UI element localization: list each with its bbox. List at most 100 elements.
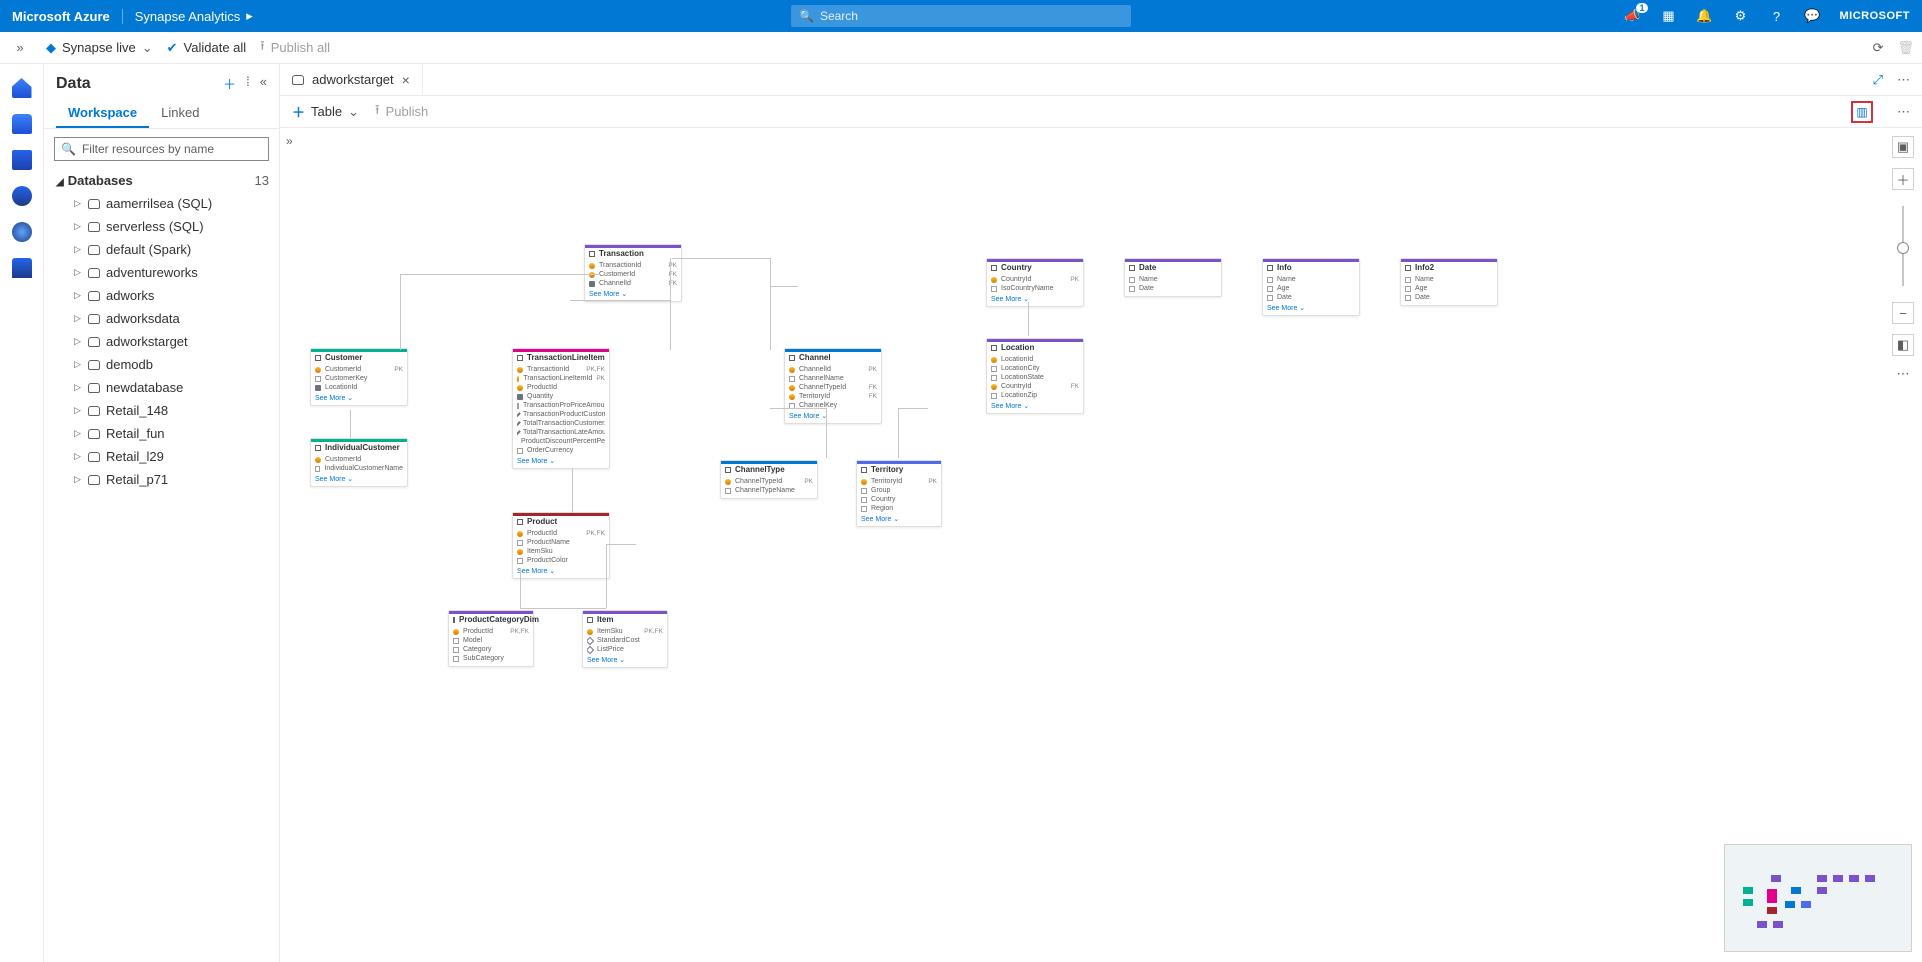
properties-pane-button[interactable]: ▥ (1851, 101, 1873, 123)
column-name: CountryId (1001, 383, 1031, 390)
expand-nav-icon[interactable]: » (286, 134, 293, 148)
database-node[interactable]: ▷serverless (SQL) (48, 215, 279, 238)
column-type-icon (453, 656, 459, 662)
entity-location[interactable]: LocationLocationIdLocationCityLocationSt… (986, 338, 1084, 414)
see-more-link[interactable]: See More ⌄ (1267, 302, 1355, 312)
rail-manage-icon[interactable] (12, 258, 32, 278)
tab-workspace[interactable]: Workspace (56, 97, 149, 128)
see-more-link[interactable]: See More ⌄ (517, 565, 605, 575)
see-more-link[interactable]: See More ⌄ (517, 455, 605, 465)
column-key-badge: PK (928, 478, 937, 485)
column-type-icon (315, 376, 321, 382)
database-node[interactable]: ▷adworksdata (48, 307, 279, 330)
database-node[interactable]: ▷adventureworks (48, 261, 279, 284)
zoom-in-icon[interactable]: ＋ (1892, 168, 1914, 190)
delete-icon[interactable]: 🗑 (1897, 40, 1914, 56)
plus-icon: ＋ (292, 102, 305, 121)
entity-customer[interactable]: CustomerCustomerIdPKCustomerKeyLocationI… (310, 348, 408, 406)
filter-input[interactable]: 🔍 Filter resources by name (54, 137, 269, 161)
synapse-live-dropdown[interactable]: ◆ Synapse live ⌄ (46, 40, 153, 56)
rail-home-icon[interactable] (12, 78, 32, 98)
entity-tli[interactable]: TransactionLineItemTransactionIdPK,FKTra… (512, 348, 610, 469)
zoom-out-icon[interactable]: − (1892, 302, 1914, 324)
tab-linked[interactable]: Linked (149, 97, 211, 128)
database-node[interactable]: ▷demodb (48, 353, 279, 376)
entity-ind_customer[interactable]: IndividualCustomerCustomerIdIndividualCu… (310, 438, 408, 487)
chevron-right-icon: ▷ (74, 313, 82, 324)
account-label[interactable]: MICROSOFT (1840, 10, 1911, 22)
entity-transaction[interactable]: TransactionTransactionIdPKCustomerIdFKCh… (584, 244, 682, 302)
see-more-link[interactable]: See More ⌄ (315, 473, 403, 483)
database-node[interactable]: ▷adworks (48, 284, 279, 307)
more-icon[interactable]: ⋯ (1897, 104, 1910, 120)
zoom-knob[interactable] (1897, 242, 1909, 254)
collapse-all-icon[interactable]: ⁞ (246, 74, 250, 93)
entity-title: Info (1277, 263, 1292, 272)
see-more-link[interactable]: See More ⌄ (861, 513, 937, 523)
validate-all-button[interactable]: ✔ Validate all (167, 40, 247, 56)
schema-canvas[interactable]: » TransactionTransactionIdPKCustomerIdFK… (280, 128, 1922, 962)
entity-product[interactable]: ProductProductIdPK,FKProductNameItemSkuP… (512, 512, 610, 579)
entity-territory[interactable]: TerritoryTerritoryIdPKGroupCountryRegion… (856, 460, 942, 527)
rail-integrate-icon[interactable] (12, 186, 32, 206)
see-more-link[interactable]: See More ⌄ (587, 654, 663, 664)
rail-develop-icon[interactable] (12, 150, 32, 170)
add-table-button[interactable]: ＋ Table ⌄ (292, 102, 359, 121)
see-more-link[interactable]: See More ⌄ (991, 400, 1079, 410)
minimap-toggle-icon[interactable]: ◧ (1892, 334, 1914, 356)
column-key-badge: PK,FK (644, 628, 663, 635)
column-name: Region (871, 505, 893, 512)
chevron-down-icon: ◢ (56, 177, 64, 188)
column-name: TotalTransactionLateAmount... (523, 429, 605, 436)
column-type-icon (315, 385, 321, 391)
entity-info[interactable]: InfoNameAgeDateSee More ⌄ (1262, 258, 1360, 316)
collapse-panel-icon[interactable]: « (260, 74, 267, 93)
entity-prodcat[interactable]: ProductCategoryDimProductIdPK,FKModelCat… (448, 610, 534, 667)
database-node[interactable]: ▷aamerrilsea (SQL) (48, 192, 279, 215)
database-node[interactable]: ▷Retail_l29 (48, 445, 279, 468)
entity-channel[interactable]: ChannelChannelIdPKChannelNameChannelType… (784, 348, 882, 424)
expand-editor-icon[interactable]: ⤢ (1873, 72, 1883, 88)
database-node[interactable]: ▷default (Spark) (48, 238, 279, 261)
entity-date[interactable]: DateNameDate (1124, 258, 1222, 297)
fit-to-screen-icon[interactable]: ▣ (1892, 136, 1914, 158)
product-breadcrumb[interactable]: Synapse Analytics ▸ (123, 8, 265, 24)
rail-data-icon[interactable] (12, 114, 32, 134)
brand[interactable]: Microsoft Azure (12, 9, 123, 24)
notifications-icon[interactable]: 🔔 (1696, 7, 1714, 25)
database-node[interactable]: ▷adworkstarget (48, 330, 279, 353)
database-node[interactable]: ▷Retail_p71 (48, 468, 279, 491)
database-node[interactable]: ▷Retail_148 (48, 399, 279, 422)
settings-icon[interactable]: ⚙ (1732, 7, 1750, 25)
diagnostics-icon[interactable]: ▦ (1660, 7, 1678, 25)
feedback-icon[interactable]: 📣1 (1624, 7, 1642, 25)
database-node[interactable]: ▷Retail_fun (48, 422, 279, 445)
column-type-icon (453, 638, 459, 644)
database-icon (88, 314, 100, 324)
column-type-icon (517, 430, 521, 436)
entity-info2[interactable]: Info2NameAgeDate (1400, 258, 1498, 306)
entity-channeltype[interactable]: ChannelTypeChannelTypeIdPKChannelTypeNam… (720, 460, 818, 499)
see-more-link[interactable]: See More ⌄ (789, 410, 877, 420)
entity-country[interactable]: CountryCountryIdPKIsoCountryNameSee More… (986, 258, 1084, 307)
column-name: OrderCurrency (527, 447, 573, 454)
entity-item[interactable]: ItemItemSkuPK,FKStandardCostListPriceSee… (582, 610, 668, 668)
zoom-slider[interactable] (1902, 206, 1904, 286)
close-icon[interactable]: × (402, 72, 410, 88)
more-icon[interactable]: ⋯ (1897, 366, 1910, 382)
refresh-icon[interactable]: ⟳ (1873, 40, 1884, 56)
database-node[interactable]: ▷newdatabase (48, 376, 279, 399)
rail-monitor-icon[interactable] (12, 222, 32, 242)
databases-group[interactable]: ◢Databases 13 (48, 169, 279, 192)
minimap[interactable] (1724, 844, 1912, 952)
more-icon[interactable]: ⋯ (1897, 72, 1910, 88)
expand-rail-icon[interactable]: » (8, 40, 32, 55)
global-search[interactable]: 🔍 Search (791, 5, 1131, 27)
feedback2-icon[interactable]: 💬 (1804, 7, 1822, 25)
see-more-link[interactable]: See More ⌄ (991, 293, 1079, 303)
add-resource-icon[interactable]: ＋ (223, 74, 236, 93)
editor-tab-adworkstarget[interactable]: adworkstarget × (280, 64, 423, 95)
see-more-link[interactable]: See More ⌄ (315, 392, 403, 402)
help-icon[interactable]: ? (1768, 7, 1786, 25)
see-more-link[interactable]: See More ⌄ (589, 288, 677, 298)
